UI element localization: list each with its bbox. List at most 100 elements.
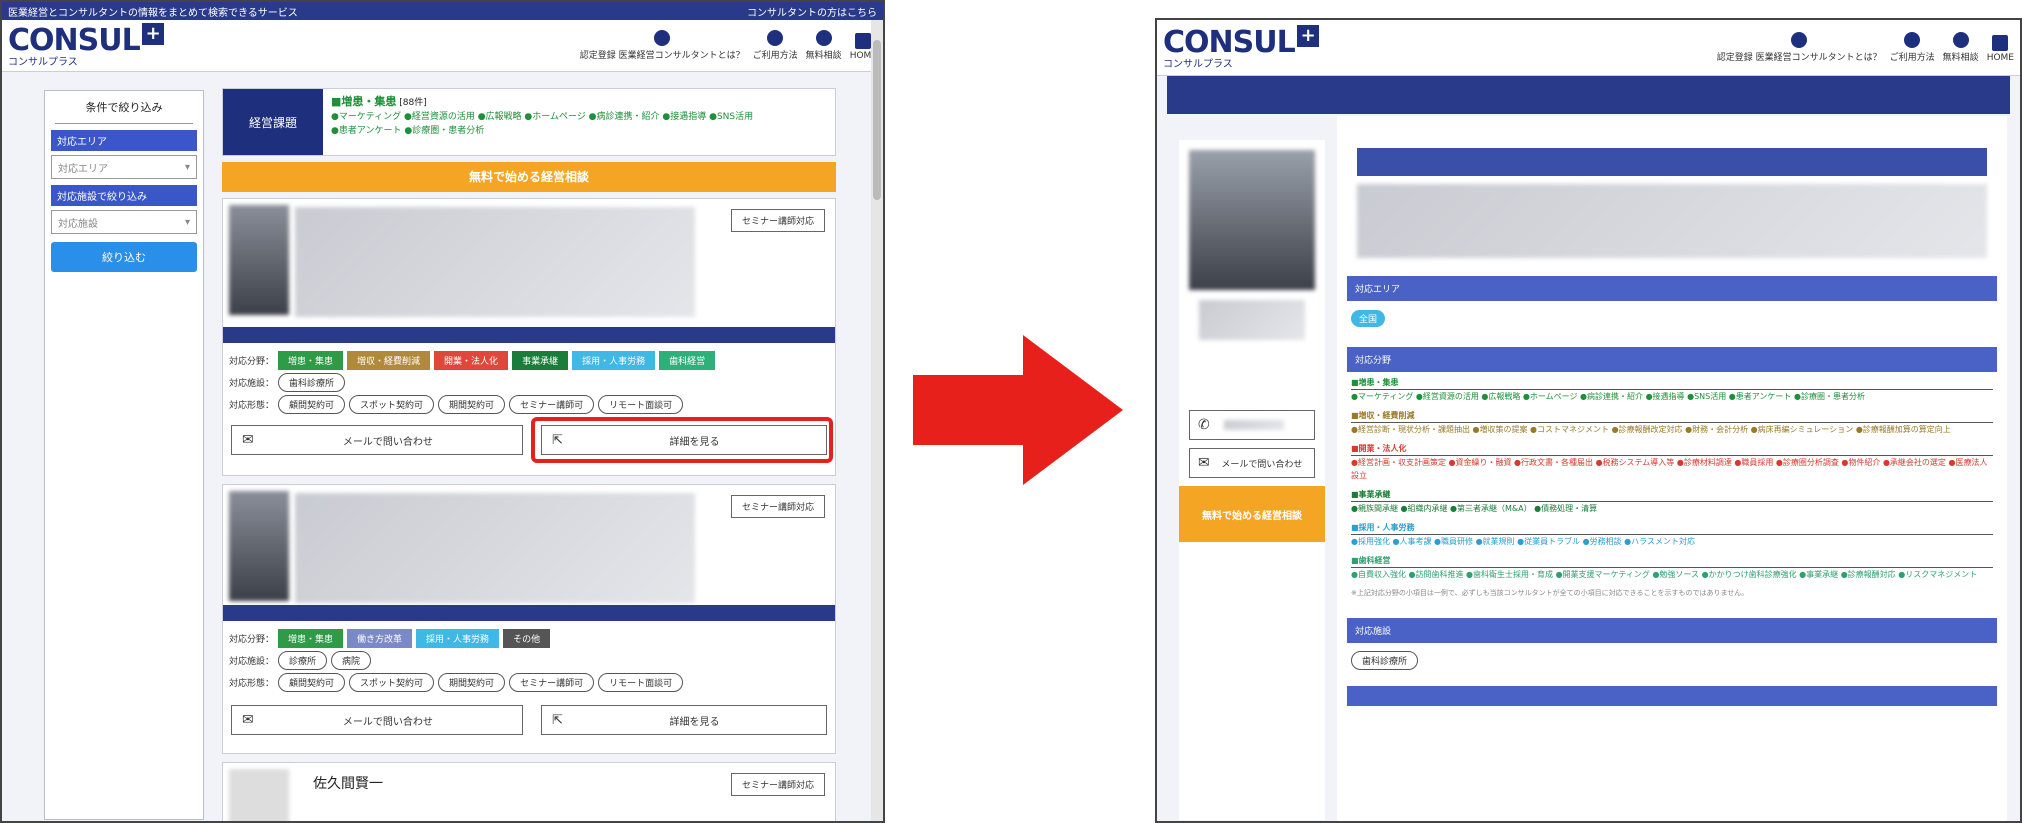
facility-pill: 歯科診療所 (1351, 651, 1419, 670)
field-row: 対応分野： 増患・集患 働き方改革 採用・人事労務 その他 (229, 629, 554, 648)
nav-usage[interactable]: ご利用方法 (1890, 32, 1935, 63)
seminar-badge: セミナー講師対応 (730, 495, 825, 518)
top-strip: 医業経営とコンサルタントの情報をまとめて検索できるサービス コンサルタントの方は… (2, 2, 883, 20)
detail-column: 対応エリア 全国 対応分野 ■増患・集患 ●マーケティング ●経営資源の活用 ●広… (1337, 116, 2007, 821)
facility-select[interactable]: 対応施設 ▾ (51, 210, 197, 234)
top-strip-tagline: 医業経営とコンサルタントの情報をまとめて検索できるサービス (8, 7, 298, 19)
area-badge: 全国 (1351, 310, 1386, 327)
site-header: CONSUL + コンサルプラス 認定登録 医業経営コンサルタントとは？ ご利用方… (2, 20, 883, 72)
issue-items-line1: ●マーケティング ●経営資源の活用 ●広報戦略 ●ホームページ ●病診連携・紹介… (331, 112, 754, 122)
area-select[interactable]: 対応エリア ▾ (51, 155, 197, 179)
nav-home[interactable]: HOME (1987, 35, 2014, 63)
mail-inquiry-button[interactable]: ✉ メールで問い合わせ (231, 705, 523, 735)
consultant-photo (229, 205, 289, 315)
field-group: ■採用・人事労務 ●採用強化 ●人事考課 ●職員研修 ●就業規則 ●従業員トラブル… (1351, 521, 1993, 548)
card-divider-band (223, 605, 835, 621)
site-logo[interactable]: CONSUL + コンサルプラス (1163, 25, 1319, 70)
mail-icon: ✉ (1198, 455, 1210, 471)
profile-blurred (295, 207, 695, 317)
consultant-photo (229, 491, 289, 601)
nav-about[interactable]: 認定登録 医業経営コンサルタントとは？ (1717, 32, 1882, 63)
field-pill: 増患・集患 (278, 351, 344, 370)
header-nav: 認定登録 医業経営コンサルタントとは？ ご利用方法 無料相談 HOME (580, 30, 877, 61)
consultant-card-1: セミナー講師対応 対応分野： 増患・集患 増収・経費削減 開業・法人化 事業承継… (222, 198, 836, 476)
field-pill: 事業承継 (512, 351, 569, 370)
chevron-down-icon: ▾ (184, 216, 190, 228)
field-group: ■開業・法人化 ●経営計画・収支計画策定 ●資金繰り・融資 ●行政文書・各種届出 … (1351, 442, 1993, 482)
facility-pill: 診療所 (278, 651, 328, 670)
area-label: 対応エリア (51, 130, 197, 151)
header-nav: 認定登録 医業経営コンサルタントとは？ ご利用方法 無料相談 HOME (1717, 32, 2014, 63)
logo-plus-icon: + (141, 23, 164, 45)
field-heading: 対応分野 (1347, 347, 1997, 372)
right-screenshot: CONSUL + コンサルプラス 認定登録 医業経営コンサルタントとは？ ご利用方… (1155, 18, 2022, 823)
mail-inquiry-button[interactable]: ✉ メールで問い合わせ (1189, 448, 1315, 478)
field-pill: 採用・人事労務 (416, 629, 500, 648)
site-logo[interactable]: CONSUL + コンサルプラス (8, 23, 164, 68)
detail-button[interactable]: ⇱ 詳細を見る (541, 705, 827, 735)
logo-subtitle: コンサルプラス (8, 57, 78, 68)
nav-usage[interactable]: ご利用方法 (753, 30, 798, 61)
scrollbar-thumb[interactable] (873, 40, 881, 200)
field-group: ■増収・経費削減 ●経営診断・現状分析・課題抽出 ●増収策の提案 ●コストマネジメ… (1351, 409, 1993, 436)
nav-consult[interactable]: 無料相談 (806, 30, 842, 61)
nav-about[interactable]: 認定登録 医業経営コンサルタントとは？ (580, 30, 745, 61)
person-icon (1791, 32, 1808, 48)
field-pill: 採用・人事労務 (572, 351, 656, 370)
phone-icon: ✆ (1198, 417, 1210, 433)
filter-submit-button[interactable]: 絞り込む (51, 242, 197, 272)
facility-label: 対応施設で絞り込み (51, 185, 197, 206)
facility-pill: 病院 (331, 651, 372, 670)
field-group: ■増患・集患 ●マーケティング ●経営資源の活用 ●広報戦略 ●ホームページ ●病… (1351, 376, 1993, 403)
logo-plus-icon: + (1296, 25, 1319, 47)
question-icon (1904, 32, 1921, 48)
logo-subtitle: コンサルプラス (1163, 59, 1233, 70)
home-icon (1992, 35, 2009, 51)
phone-number-blurred (1223, 420, 1284, 430)
issue-category: ■増患・集患 (331, 95, 397, 108)
breadcrumb-bar (1167, 76, 2010, 114)
field-group: ■歯科経営 ●自費収入強化 ●訪問歯科推進 ●歯科衛生士採用・育成 ●開業支援マー… (1351, 554, 1993, 581)
issue-count: [88件] (399, 98, 427, 108)
issue-items-line2: ●患者アンケート ●診療圏・患者分析 (331, 126, 485, 136)
phone-button[interactable]: ✆ (1189, 410, 1315, 440)
catchphrase-banner (1357, 148, 1987, 176)
filter-sidebar: 条件で絞り込み 対応エリア 対応エリア ▾ 対応施設で絞り込み 対応施設 ▾ 絞り込… (44, 90, 204, 820)
profile-blurred (1199, 300, 1305, 340)
consultant-link[interactable]: コンサルタントの方はこちら (747, 4, 877, 19)
facility-row: 対応施設： 診療所 病院 (229, 651, 375, 670)
mail-icon: ✉ (242, 712, 254, 728)
facility-row: 対応施設： 歯科診療所 (229, 373, 349, 392)
mail-icon: ✉ (242, 432, 254, 448)
home-icon (855, 33, 872, 49)
profile-blurred (295, 493, 695, 603)
consultant-card-3: 佐久間賢一 セミナー講師対応 (222, 762, 836, 821)
mail-inquiry-button[interactable]: ✉ メールで問い合わせ (231, 425, 523, 455)
external-link-icon: ⇱ (552, 712, 563, 728)
chevron-down-icon: ▾ (184, 161, 190, 173)
highlight-box (531, 417, 833, 463)
free-consult-button[interactable]: 無料で始める経営相談 (1179, 486, 1325, 542)
scrollbar[interactable] (871, 20, 883, 821)
free-consult-button[interactable]: 無料で始める経営相談 (222, 162, 836, 192)
seminar-badge: セミナー講師対応 (730, 773, 825, 796)
person-icon (654, 30, 671, 46)
nav-consult[interactable]: 無料相談 (1943, 32, 1979, 63)
intro-text-blurred (1357, 184, 1987, 258)
field-pill: 開業・法人化 (434, 351, 509, 370)
site-header: CONSUL + コンサルプラス 認定登録 医業経営コンサルタントとは？ ご利用方… (1157, 20, 2020, 76)
consultant-card-2: セミナー講師対応 対応分野： 増患・集患 働き方改革 採用・人事労務 その他 対… (222, 484, 836, 754)
left-screenshot: 医業経営とコンサルタントの情報をまとめて検索できるサービス コンサルタントの方は… (0, 0, 885, 823)
consult-icon (815, 30, 832, 46)
form-row: 対応形態： 顧問契約可 スポット契約可 期間契約可 セミナー講師可 リモート面談… (229, 395, 687, 414)
field-row: 対応分野： 増患・集患 増収・経費削減 開業・法人化 事業承継 採用・人事労務 … (229, 351, 719, 370)
issue-box: 経営課題 ■増患・集患 [88件] ●マーケティング ●経営資源の活用 ●広報戦… (222, 88, 836, 156)
field-pill: 増収・経費削減 (347, 351, 431, 370)
consultant-photo (1189, 150, 1315, 290)
filter-title: 条件で絞り込み (55, 91, 193, 124)
field-group: ■事業承継 ●親族間承継 ●組織内承継 ●第三者承継（M&A） ●債務処理・清算 (1351, 488, 1993, 515)
field-pill: 働き方改革 (347, 629, 413, 648)
issue-label: 経営課題 (223, 89, 323, 155)
facility-pill: 歯科診療所 (278, 373, 346, 392)
question-icon (767, 30, 784, 46)
